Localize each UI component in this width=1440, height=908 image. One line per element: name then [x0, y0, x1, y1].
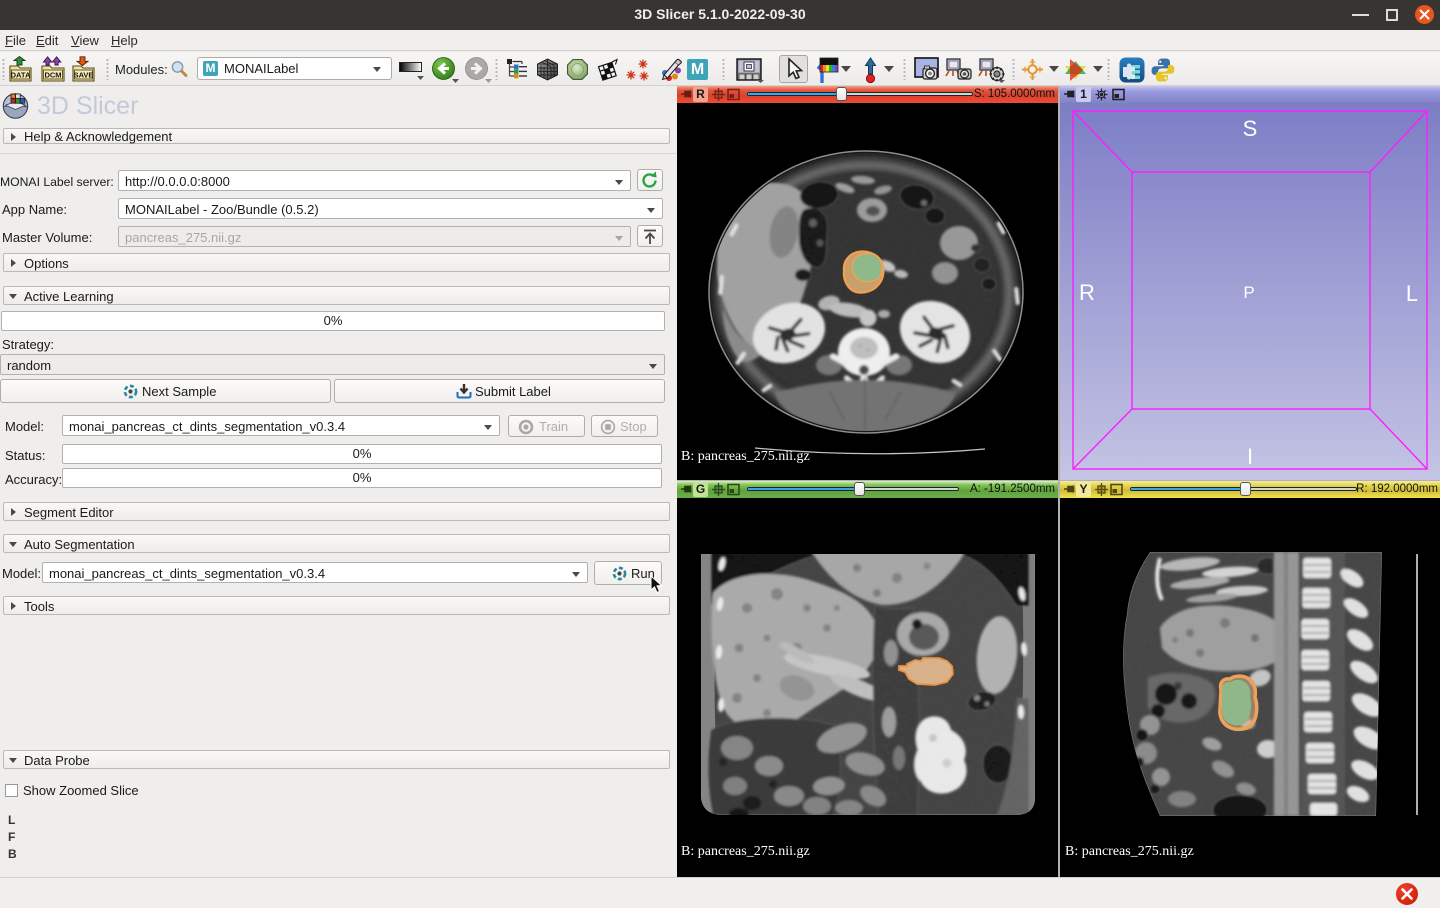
svg-text:R: R	[1079, 280, 1095, 305]
svg-text:I: I	[1247, 444, 1253, 469]
svg-text:L: L	[1406, 281, 1418, 306]
svg-text:S: S	[1243, 116, 1258, 141]
svg-text:P: P	[1243, 283, 1254, 302]
svg-text:SAVE: SAVE	[74, 71, 94, 80]
svg-text:DATA: DATA	[11, 71, 31, 80]
svg-text:DCM: DCM	[44, 71, 61, 80]
